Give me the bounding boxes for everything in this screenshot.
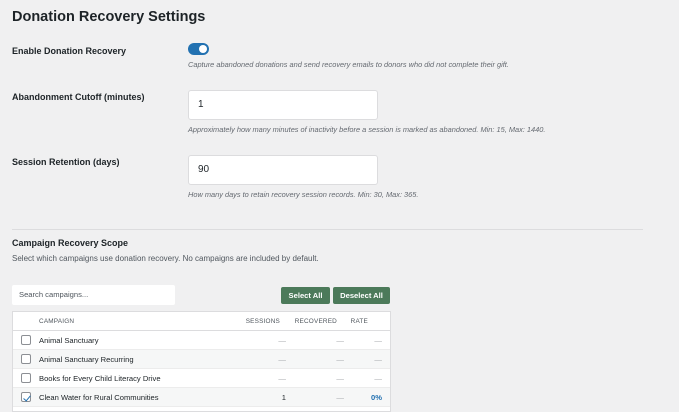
recovered-value: — xyxy=(336,374,344,383)
campaign-name: Animal Sanctuary Recurring xyxy=(39,355,134,364)
campaign-name: Animal Sanctuary xyxy=(39,336,99,345)
recovered-value: — xyxy=(336,393,344,402)
session-retention-description: How many days to retain recovery session… xyxy=(188,190,419,199)
sessions-value: — xyxy=(278,355,286,364)
row-checkbox[interactable] xyxy=(21,335,31,345)
table-row[interactable]: Books for Every Child Literacy Drive — —… xyxy=(13,369,390,388)
abandonment-cutoff-label: Abandonment Cutoff (minutes) xyxy=(12,92,145,102)
campaign-table: CAMPAIGN SESSIONS RECOVERED RATE Animal … xyxy=(12,311,391,412)
table-row[interactable]: Clean Water for Rural Communities 1 — 0% xyxy=(13,388,390,407)
campaign-name: Clean Water for Rural Communities xyxy=(39,393,159,402)
rate-value: — xyxy=(374,355,382,364)
campaign-name: Books for Every Child Literacy Drive xyxy=(39,374,161,383)
rate-value: 0% xyxy=(371,393,382,402)
row-checkbox[interactable] xyxy=(21,373,31,383)
column-header-campaign[interactable]: CAMPAIGN xyxy=(39,318,74,325)
column-header-sessions[interactable]: SESSIONS xyxy=(246,318,280,325)
toggle-knob xyxy=(199,45,207,53)
row-checkbox[interactable] xyxy=(21,392,31,402)
session-retention-label: Session Retention (days) xyxy=(12,157,120,167)
deselect-all-button[interactable]: Deselect All xyxy=(333,287,390,304)
enable-recovery-toggle[interactable] xyxy=(188,43,209,55)
select-all-button[interactable]: Select All xyxy=(281,287,330,304)
rate-value: — xyxy=(374,336,382,345)
sessions-value: 1 xyxy=(281,393,286,402)
column-header-recovered[interactable]: RECOVERED xyxy=(295,318,337,325)
abandonment-cutoff-description: Approximately how many minutes of inacti… xyxy=(188,125,546,134)
campaign-scope-title: Campaign Recovery Scope xyxy=(12,238,129,248)
section-divider xyxy=(12,229,643,230)
row-checkbox[interactable] xyxy=(21,354,31,364)
table-row[interactable]: Animal Sanctuary Recurring — — — xyxy=(13,350,390,369)
abandonment-cutoff-input[interactable]: 1 xyxy=(188,90,378,120)
enable-recovery-label: Enable Donation Recovery xyxy=(12,46,127,56)
sessions-value: — xyxy=(278,374,286,383)
search-campaigns-input[interactable]: Search campaigns... xyxy=(12,285,175,305)
recovered-value: — xyxy=(336,336,344,345)
column-header-rate[interactable]: RATE xyxy=(351,318,368,325)
page-title: Donation Recovery Settings xyxy=(12,9,206,25)
sessions-value: — xyxy=(278,336,286,345)
recovered-value: — xyxy=(336,355,344,364)
rate-value: — xyxy=(374,374,382,383)
table-header: CAMPAIGN SESSIONS RECOVERED RATE xyxy=(13,312,390,331)
enable-recovery-description: Capture abandoned donations and send rec… xyxy=(188,60,509,69)
table-row[interactable]: Animal Sanctuary — — — xyxy=(13,331,390,350)
session-retention-input[interactable]: 90 xyxy=(188,155,378,185)
campaign-scope-description: Select which campaigns use donation reco… xyxy=(12,254,319,263)
